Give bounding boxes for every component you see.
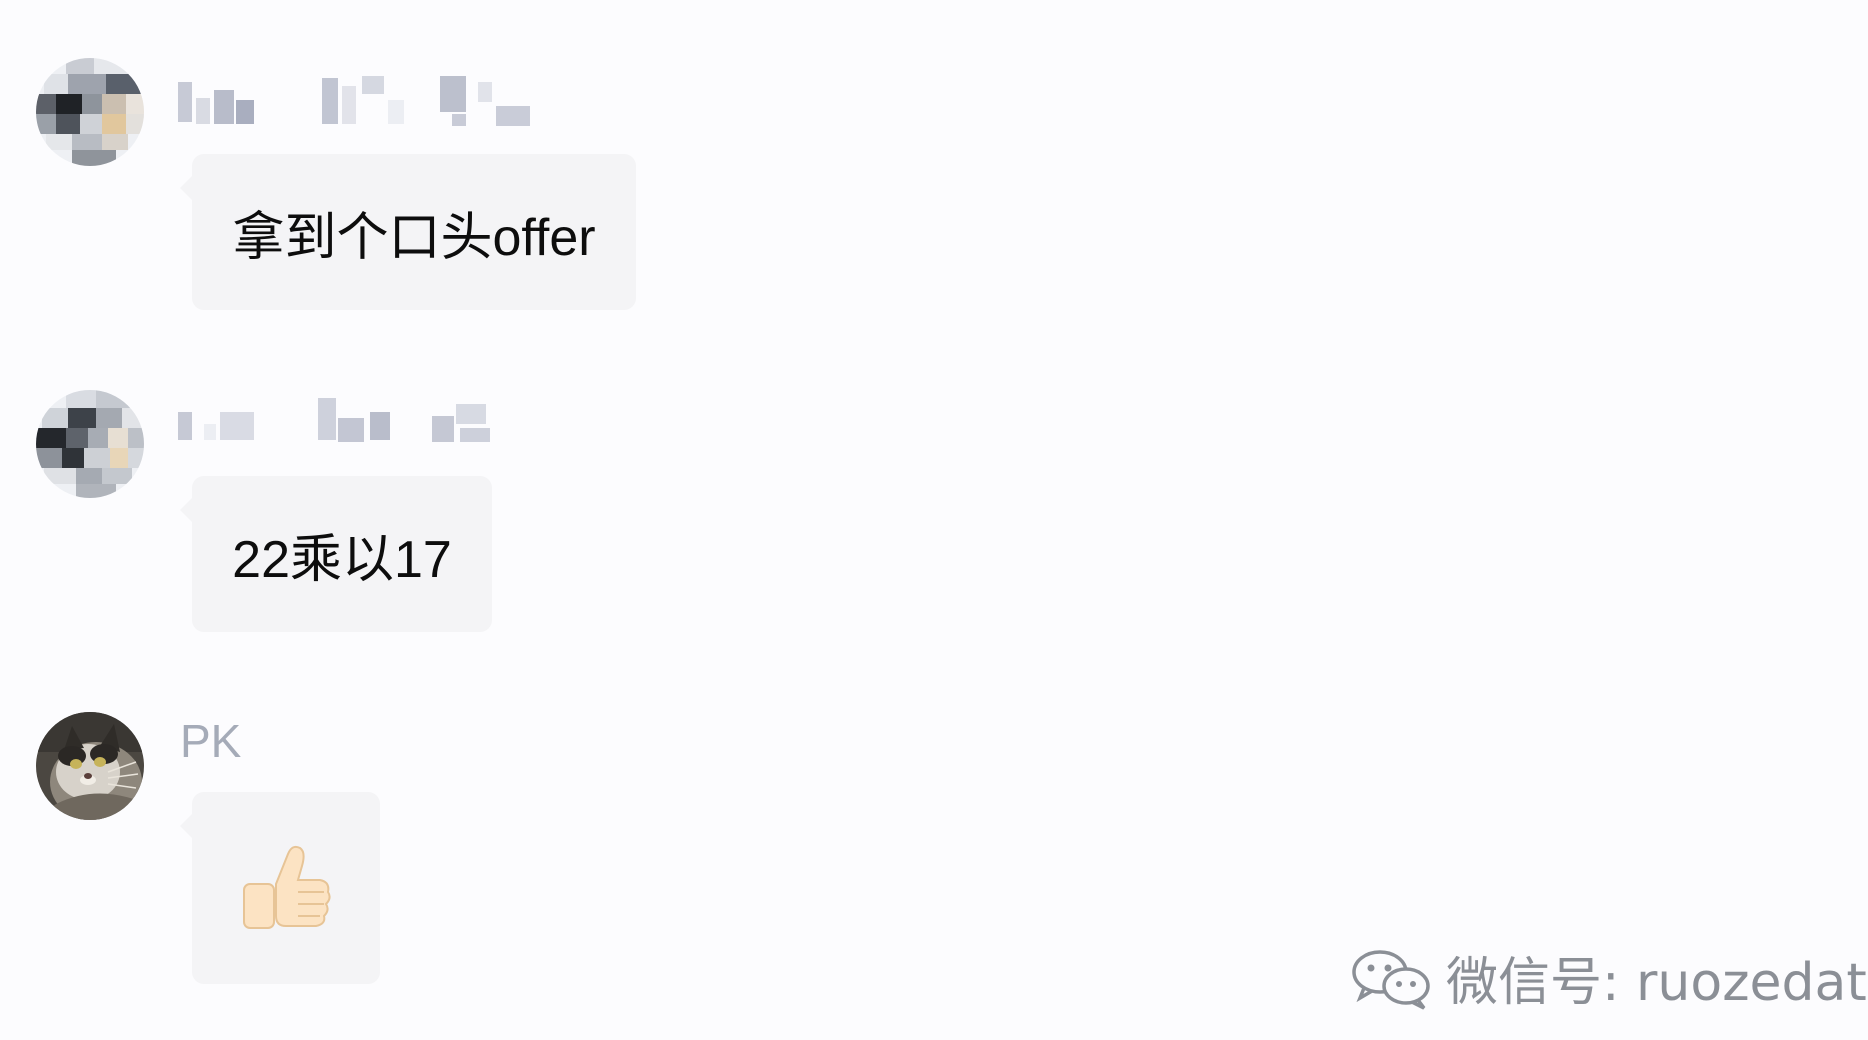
message-text: 22乘以17 <box>232 530 452 589</box>
thumbs-up-icon <box>243 845 331 929</box>
pixelated-avatar-icon <box>36 390 144 498</box>
message-text: 拿到个口头offer <box>232 208 596 267</box>
cat-avatar-icon <box>36 712 144 820</box>
sender-name-redacted <box>178 398 538 454</box>
watermark: 微信号: ruozedata <box>1350 940 1868 1015</box>
avatar[interactable] <box>36 58 144 166</box>
sender-name-redacted <box>178 74 538 130</box>
message-bubble[interactable] <box>180 792 380 984</box>
sender-name: PK <box>180 715 242 767</box>
message-bubble[interactable]: 拿到个口头offer <box>180 154 636 310</box>
avatar[interactable] <box>36 390 144 498</box>
chat-panel: 拿到个口头offer 22乘以17 PK <box>0 0 1868 1040</box>
message-bubble[interactable]: 22乘以17 <box>180 476 492 632</box>
pixelated-avatar-icon <box>36 58 144 166</box>
avatar[interactable] <box>36 712 144 820</box>
watermark-label: 微信号: ruozedata <box>1446 953 1868 1013</box>
wechat-icon <box>1352 949 1430 1010</box>
